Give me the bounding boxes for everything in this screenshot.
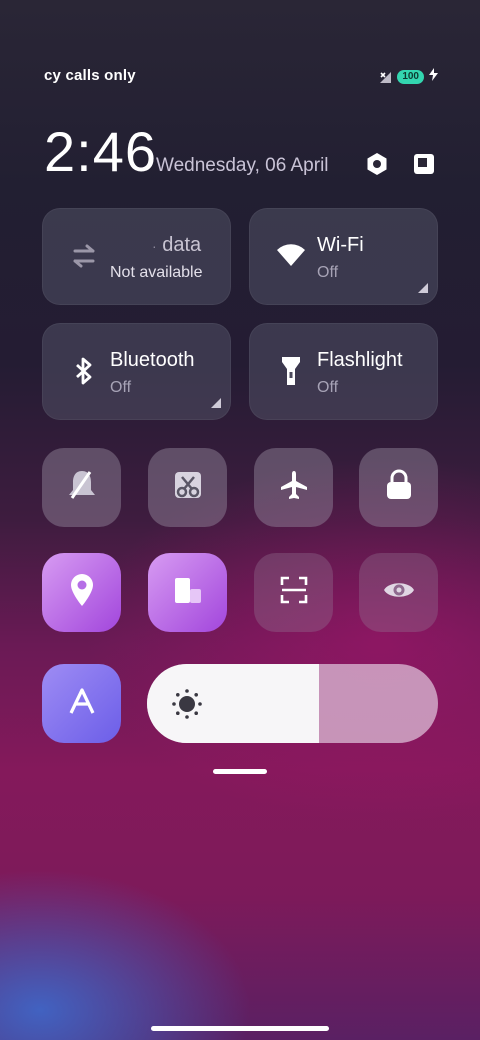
wifi-tile[interactable]: Wi-Fi Off (249, 208, 438, 305)
panel-drag-handle[interactable] (213, 769, 267, 774)
status-carrier-text: cy calls only (44, 67, 136, 84)
flashlight-icon (273, 353, 309, 389)
floating-window-icon (173, 575, 203, 610)
flashlight-status: Off (317, 379, 339, 396)
mobile-data-icon (66, 238, 102, 274)
floating-window-toggle[interactable] (148, 553, 227, 632)
screenshot-icon (173, 470, 203, 505)
bluetooth-label: Bluetooth (110, 349, 195, 371)
no-sim-icon (379, 71, 392, 84)
scanner-toggle[interactable] (254, 553, 333, 632)
status-icons: 100 (379, 68, 438, 86)
scanner-icon (279, 575, 309, 610)
font-size-button[interactable] (42, 664, 121, 743)
flashlight-tile[interactable]: Flashlight Off (249, 323, 438, 420)
airplane-icon (278, 469, 310, 506)
font-icon (68, 688, 96, 719)
mobile-data-status: Not available (110, 264, 203, 281)
bluetooth-expand-icon[interactable] (211, 398, 221, 408)
wifi-icon (273, 238, 309, 274)
bluetooth-icon (66, 353, 102, 389)
wifi-expand-icon[interactable] (418, 283, 428, 293)
clock: 2:46 (44, 120, 157, 183)
lock-icon (385, 469, 413, 506)
bluetooth-tile[interactable]: Bluetooth Off (42, 323, 231, 420)
reading-mode-icon (383, 579, 415, 606)
reading-mode-toggle[interactable] (359, 553, 438, 632)
airplane-toggle[interactable] (254, 448, 333, 527)
wifi-status: Off (317, 264, 339, 281)
mute-icon (66, 468, 98, 507)
screenshot-toggle[interactable] (148, 448, 227, 527)
location-icon (69, 573, 95, 612)
lock-screen-toggle[interactable] (359, 448, 438, 527)
wifi-label: Wi-Fi (317, 234, 364, 256)
brightness-icon (171, 688, 203, 720)
mobile-data-tile[interactable]: · dataM Not available (42, 208, 231, 305)
date: Wednesday, 06 April (156, 155, 329, 176)
mute-toggle[interactable] (42, 448, 121, 527)
edit-tiles-icon[interactable] (410, 150, 438, 178)
mobile-data-label: · dataM (152, 234, 202, 256)
brightness-slider[interactable] (147, 664, 438, 743)
home-gesture-bar[interactable] (151, 1026, 329, 1031)
bluetooth-status: Off (110, 379, 132, 396)
battery-level: 100 (397, 70, 424, 84)
flashlight-label: Flashlight (317, 349, 403, 371)
charging-icon (429, 68, 438, 86)
location-toggle[interactable] (42, 553, 121, 632)
settings-icon[interactable] (363, 150, 391, 178)
